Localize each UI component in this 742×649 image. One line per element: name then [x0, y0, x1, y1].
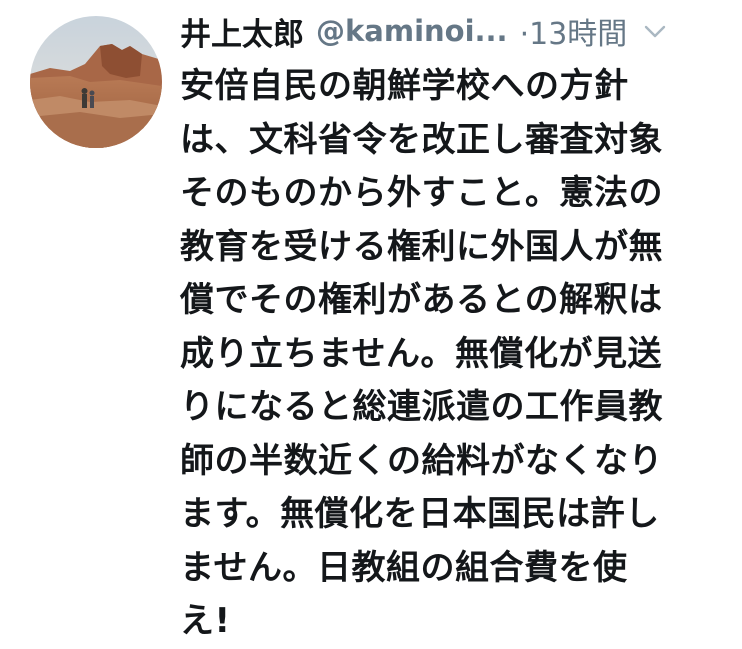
tweet-text-line: そのものから外すこと。憲法の [180, 173, 663, 213]
timestamp[interactable]: ·13時間 [520, 9, 628, 53]
tweet-text: 安倍自民の朝鮮学校への方針 は、文科省令を改正し審査対象 そのものから外すこと。… [180, 60, 725, 649]
avatar[interactable] [30, 16, 162, 148]
tweet-text-line: 成り立ちません。無償化が見送 [180, 333, 662, 374]
avatar-photo-icon [30, 16, 162, 148]
tweet-text-line: りになると総連派遣の工作員教 [180, 387, 663, 427]
tweet-text-line: 教育を受ける権利に外国人が無 [180, 226, 663, 267]
tweet[interactable]: 井上太郎 @kaminoi... ·13時間 安倍自民の朝鮮学校への方針 は、文… [0, 0, 742, 641]
tweet-header: 井上太郎 @kaminoi... ·13時間 [180, 6, 730, 56]
display-name[interactable]: 井上太郎 [180, 9, 304, 54]
tweet-text-line: は、文科省令を改正し審査対象 [180, 119, 663, 160]
user-handle[interactable]: @kaminoi... [316, 14, 508, 48]
tweet-text-line: 安倍自民の朝鮮学校への方針 [180, 66, 629, 106]
tweet-text-line: ます。無償化を日本国民は許し [180, 494, 660, 534]
chevron-down-icon[interactable] [641, 17, 669, 45]
tweet-text-line: え! [180, 601, 231, 641]
tweet-text-line: ません。日教組の組合費を使 [180, 547, 628, 588]
tweet-text-line: 師の半数近くの給料がなくなり [180, 440, 663, 481]
tweet-text-line: 償でその権利があるとの解釈は [180, 280, 663, 320]
